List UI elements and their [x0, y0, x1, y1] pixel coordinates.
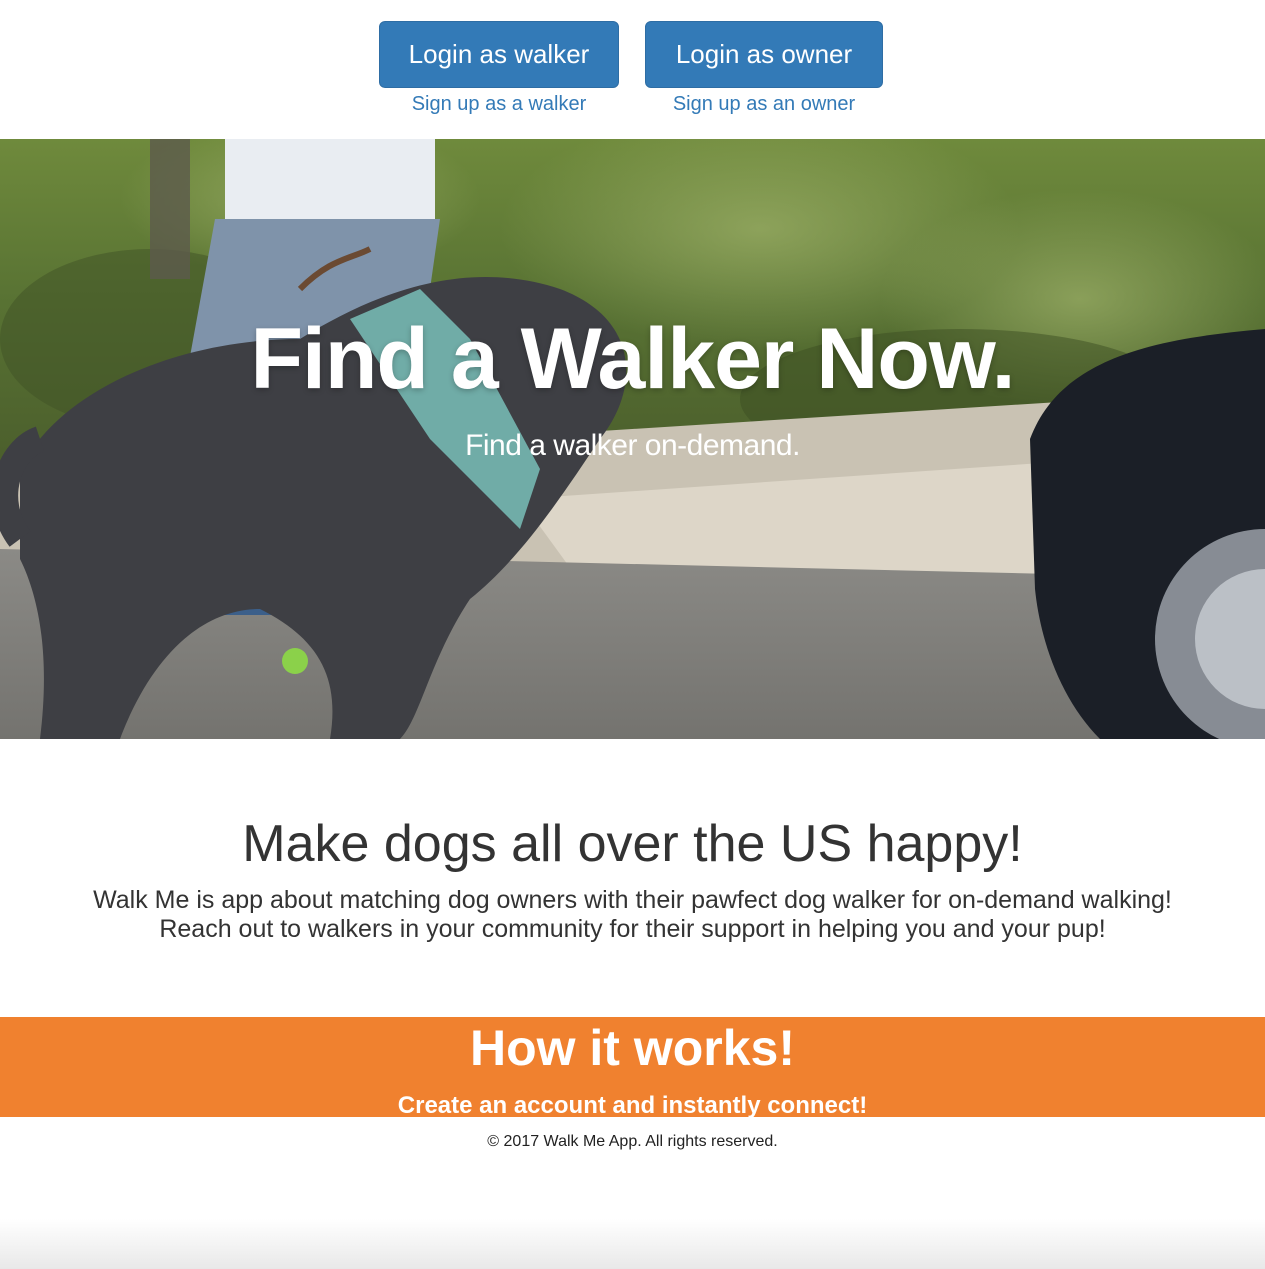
how-it-works-tagline: Create an account and instantly connect! — [397, 1092, 868, 1117]
about-description: Walk Me is app about matching dog owners… — [93, 886, 1172, 943]
how-it-works-section: How it works! Create an account and inst… — [0, 1017, 1265, 1117]
auth-bar: Login as walker Sign up as a walker Logi… — [0, 0, 1265, 139]
walker-auth-group: Login as walker Sign up as a walker — [379, 21, 619, 116]
login-walker-button[interactable]: Login as walker — [379, 21, 619, 88]
about-section: Make dogs all over the US happy! Walk Me… — [0, 812, 1265, 944]
signup-walker-link[interactable]: Sign up as a walker — [379, 92, 619, 116]
about-heading: Make dogs all over the US happy! — [242, 815, 1023, 873]
signup-owner-link[interactable]: Sign up as an owner — [645, 92, 883, 116]
login-owner-button[interactable]: Login as owner — [645, 21, 883, 88]
hero-section: Find a Walker Now. Find a walker on-dema… — [0, 139, 1265, 739]
owner-auth-group: Login as owner Sign up as an owner — [645, 21, 883, 116]
footer-copyright: © 2017 Walk Me App. All rights reserved. — [487, 1133, 778, 1150]
hero-title: Find a Walker Now. — [250, 311, 1015, 407]
how-it-works-heading: How it works! — [469, 1020, 796, 1076]
bottom-shadow — [0, 1219, 1265, 1269]
hero-subtitle: Find a walker on-demand. — [465, 429, 800, 462]
